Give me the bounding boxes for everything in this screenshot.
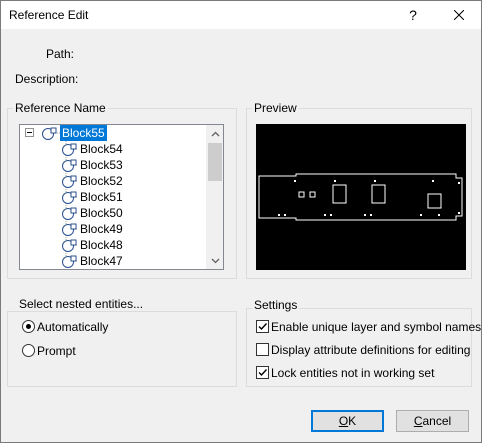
chevron-up-icon [211,131,220,136]
attribute-definitions-checkbox[interactable] [256,343,269,356]
ok-label: K [348,414,357,428]
ok-button[interactable]: OK [311,410,384,432]
checkmark-icon [258,369,268,377]
block-reference-icon [62,223,77,236]
block-reference-icon [62,255,77,268]
lock-entities-label[interactable]: Lock entities not in working set [271,366,434,380]
prompt-radio[interactable] [22,344,35,357]
ok-mnemonic: O [338,414,349,428]
block-reference-icon [62,143,77,156]
tree-item-label: Block52 [80,174,123,188]
settings-title: Settings [252,298,300,312]
block-reference-icon [62,239,77,252]
tree-item-label: Block51 [80,190,123,204]
description-label: Description: [15,72,79,86]
close-icon [454,10,464,20]
cancel-button[interactable]: Cancel [396,410,469,432]
tree-item-label: Block50 [80,206,123,220]
window-title: Reference Edit [9,8,89,22]
tree-item-label: Block53 [80,158,123,172]
reference-name-title: Reference Name [13,101,108,115]
close-button[interactable] [442,0,476,30]
scroll-down-button[interactable] [207,252,223,269]
automatically-radio[interactable] [22,320,35,333]
tree-item-label: Block55 [60,125,107,141]
attribute-definitions-label[interactable]: Display attribute definitions for editin… [271,343,470,357]
chevron-down-icon [211,258,220,263]
block-reference-icon [62,191,77,204]
title-bar: Reference Edit ? [0,0,482,30]
scroll-thumb[interactable] [208,143,222,181]
tree-item-label: Block47 [80,254,123,268]
block-reference-icon [62,207,77,220]
scroll-up-button[interactable] [207,125,223,142]
preview-title: Preview [252,101,299,115]
cancel-mnemonic: C [413,414,423,428]
collapse-icon[interactable] [25,128,34,137]
lock-entities-checkbox[interactable] [256,366,269,379]
cancel-label: ancel [422,414,452,428]
checkmark-icon [258,323,268,331]
help-icon: ? [409,7,417,23]
nested-entities-title: Select nested entities... [17,297,146,311]
path-label: Path: [46,47,75,61]
tree-item-label: Block54 [80,142,123,156]
tree-item-label: Block48 [80,238,123,252]
reference-tree[interactable]: Block55 Block54 Block53 Block52 Block51 … [19,124,224,270]
block-preview-drawing [258,173,463,221]
tree-scrollbar[interactable] [206,125,223,269]
preview-canvas [256,124,466,270]
block-reference-icon [62,159,77,172]
help-button[interactable]: ? [396,0,430,30]
block-reference-icon [42,127,57,140]
block-reference-icon [62,175,77,188]
automatically-label[interactable]: Automatically [37,320,108,334]
unique-names-label[interactable]: Enable unique layer and symbol names [271,320,481,334]
unique-names-checkbox[interactable] [256,320,269,333]
prompt-label[interactable]: Prompt [37,344,76,358]
tree-item-label: Block49 [80,222,123,236]
